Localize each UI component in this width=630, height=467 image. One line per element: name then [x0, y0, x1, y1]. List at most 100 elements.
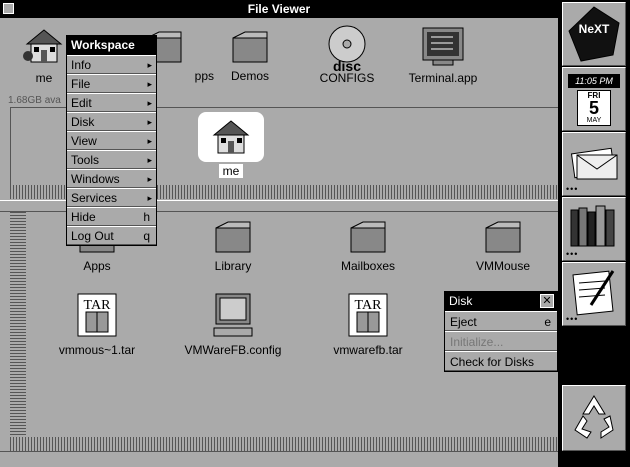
file-item-label: Mailboxes [340, 259, 396, 273]
menu-item-windows[interactable]: Windows ▸ [67, 169, 156, 188]
menu-item-hide[interactable]: Hide h [67, 207, 156, 226]
menu-item-info[interactable]: Info ▸ [67, 55, 156, 74]
disk-menu-title[interactable]: Disk ✕ [445, 292, 557, 311]
menu-item-label: Check for Disks [450, 355, 535, 369]
file-item-label: Apps [83, 259, 111, 273]
mail-icon [570, 147, 618, 180]
menu-item-label: Services [71, 191, 118, 205]
menu-item-label: Log Out [71, 229, 114, 243]
next-logo-text: NeXT [579, 22, 610, 36]
file-item-label: VMMouse [475, 259, 531, 273]
menu-item-disk[interactable]: Disk ▸ [67, 112, 156, 131]
svg-text:TAR: TAR [84, 298, 112, 313]
submenu-arrow-icon: ▸ [147, 98, 152, 108]
app-not-running-dots: ••• [566, 184, 579, 194]
file-item-vmmous-tar[interactable]: TAR vmmous~1.tar [47, 292, 147, 357]
file-item-mailboxes[interactable]: Mailboxes [318, 220, 418, 273]
tar-icon: TAR [77, 293, 117, 337]
file-pane-hscrollbar[interactable] [10, 437, 558, 451]
menu-item-logout[interactable]: Log Out q [67, 226, 156, 245]
folder-icon [215, 221, 251, 253]
calendar-day: 5 [588, 98, 599, 118]
submenu-arrow-icon: ▸ [147, 193, 152, 203]
menu-item-label: File [71, 77, 91, 91]
shelf-item-terminal[interactable]: Terminal.app [393, 26, 493, 85]
computer-icon [213, 293, 253, 337]
submenu-arrow-icon: ▸ [147, 117, 152, 127]
menu-item-label: Disk [71, 115, 95, 129]
browser-item-label: me [218, 164, 244, 178]
dock-tile-mail[interactable]: ••• [562, 132, 626, 196]
file-item-library[interactable]: Library [183, 220, 283, 273]
menu-item-label: Tools [71, 153, 100, 167]
calendar-month: MAY [586, 117, 602, 124]
folder-icon [485, 221, 521, 253]
shelf-item-label: Terminal.app [408, 71, 478, 85]
recycler-icon [574, 395, 614, 439]
browser-selected-me[interactable]: me [181, 112, 281, 178]
menu-item-label: Windows [71, 172, 120, 186]
close-icon[interactable]: ✕ [540, 294, 554, 308]
shelf-item-demos[interactable]: Demos [200, 30, 300, 83]
calendar-icon: FRI 5 MAY [577, 90, 611, 126]
submenu-arrow-icon: ▸ [147, 136, 152, 146]
file-item-vmwarefb-tar[interactable]: TAR vmwarefb.tar [318, 292, 418, 357]
shelf-item-configs[interactable]: disc CONFIGS [297, 24, 397, 85]
menu-item-label: Eject [450, 315, 477, 329]
menu-item-file[interactable]: File ▸ [67, 74, 156, 93]
window-title: File Viewer [247, 2, 311, 16]
submenu-arrow-icon: ▸ [147, 155, 152, 165]
file-item-vmwarefb-config[interactable]: VMWareFB.config [183, 292, 283, 357]
folder-icon [232, 31, 268, 63]
menu-item-view[interactable]: View ▸ [67, 131, 156, 150]
disk-menu-title-label: Disk [449, 294, 473, 308]
file-item-label: Library [214, 259, 252, 273]
submenu-arrow-icon: ▸ [147, 174, 152, 184]
menu-item-label: Hide [71, 210, 96, 224]
menu-item-label: Initialize... [450, 335, 504, 349]
dock-tile-edit[interactable]: ••• [562, 262, 626, 326]
disk-space-info: 1.68GB ava [8, 95, 61, 106]
window-resize-bar[interactable] [0, 451, 558, 467]
window-titlebar[interactable]: File Viewer [0, 0, 558, 18]
dock-tile-workspace[interactable]: NeXT [562, 2, 626, 66]
menu-item-label: Info [71, 58, 92, 72]
next-logo-icon: NeXT [568, 6, 620, 62]
shortcut-key: h [143, 210, 150, 224]
submenu-arrow-icon: ▸ [147, 79, 152, 89]
file-item-label: vmmous~1.tar [58, 343, 136, 357]
miniaturize-button[interactable] [3, 3, 14, 14]
file-item-vmmouse[interactable]: VMMouse [453, 220, 553, 273]
file-item-label: vmwarefb.tar [333, 343, 403, 357]
books-icon [570, 205, 615, 247]
file-item-label: VMWareFB.config [184, 343, 282, 357]
shortcut-key: e [544, 315, 551, 329]
menu-title[interactable]: Workspace [67, 36, 156, 55]
disc-icon: disc [328, 25, 366, 74]
menu-item-edit[interactable]: Edit ▸ [67, 93, 156, 112]
dock-tile-librarian[interactable]: ••• [562, 197, 626, 261]
menu-item-label: Edit [71, 96, 92, 110]
tar-icon: TAR [348, 293, 388, 337]
shortcut-key: q [143, 229, 150, 243]
shelf-item-label: CONFIGS [319, 71, 375, 85]
disk-menu-initialize: Initialize... [445, 331, 557, 351]
menu-item-label: View [71, 134, 97, 148]
submenu-arrow-icon: ▸ [147, 60, 152, 70]
editor-icon [572, 270, 615, 316]
menu-item-tools[interactable]: Tools ▸ [67, 150, 156, 169]
menu-item-services[interactable]: Services ▸ [67, 188, 156, 207]
home-icon [23, 29, 63, 63]
dock-tile-clock[interactable]: 11:05 PM FRI 5 MAY [562, 67, 626, 131]
folder-icon [350, 221, 386, 253]
svg-text:TAR: TAR [355, 298, 383, 313]
workspace-menu: Workspace Info ▸ File ▸ Edit ▸ Disk ▸ View ▸ … [66, 35, 157, 246]
app-not-running-dots: ••• [566, 314, 579, 324]
dock-tile-recycler[interactable] [562, 385, 626, 451]
disk-menu-check-for-disks[interactable]: Check for Disks [445, 351, 557, 371]
file-pane-scrollbar[interactable] [10, 212, 26, 437]
disk-menu-eject[interactable]: Eject e [445, 311, 557, 331]
app-not-running-dots: ••• [566, 249, 579, 259]
terminal-icon [422, 27, 464, 66]
clock-time: 11:05 PM [568, 74, 620, 88]
